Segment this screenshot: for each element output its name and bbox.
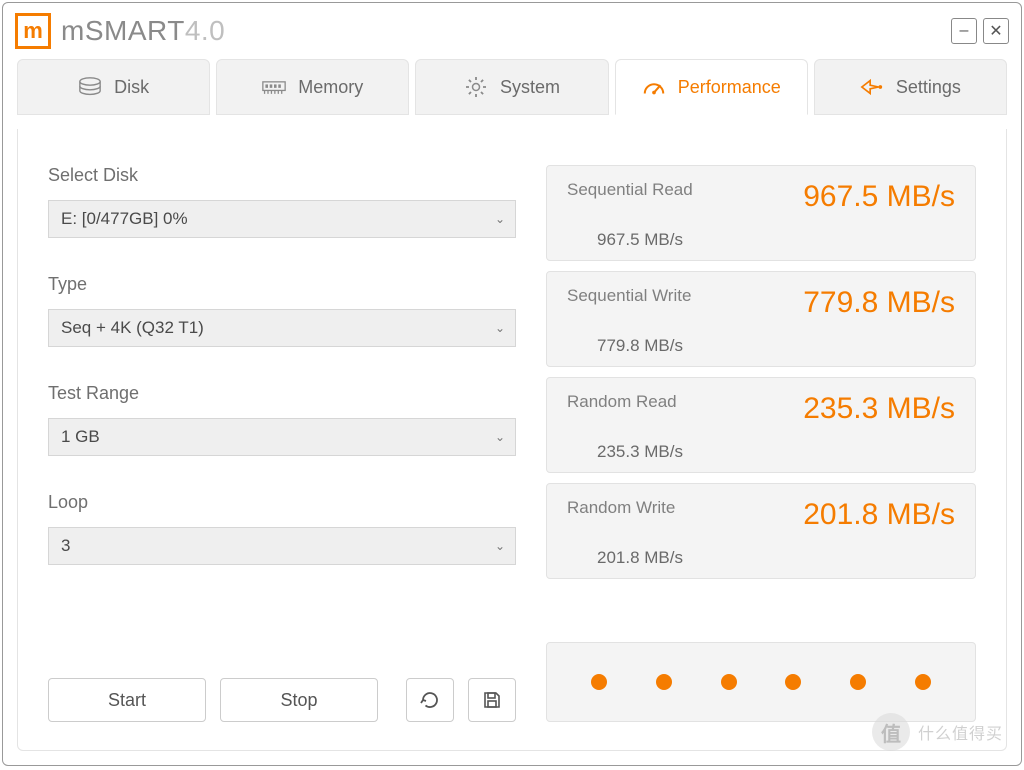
app-version-text: 4.0	[185, 15, 225, 46]
disk-icon	[78, 75, 102, 99]
select-disk-value: E: [0/477GB] 0%	[61, 209, 188, 229]
result-random-write: Random Write 201.8 MB/s 201.8 MB/s	[546, 483, 976, 579]
dot-icon	[785, 674, 801, 690]
performance-panel: Select Disk E: [0/477GB] 0% ⌄ Type Seq +…	[17, 129, 1007, 751]
refresh-icon	[420, 690, 440, 710]
result-sequential-write: Sequential Write 779.8 MB/s 779.8 MB/s	[546, 271, 976, 367]
app-logo: m	[15, 13, 51, 49]
chevron-down-icon: ⌄	[495, 212, 505, 226]
tab-bar: Disk Memory System Performance Settings	[3, 59, 1021, 115]
result-value: 235.3 MB/s	[803, 392, 955, 426]
test-range-label: Test Range	[48, 383, 516, 404]
watermark: 值 什么值得买	[872, 713, 1003, 751]
stop-button[interactable]: Stop	[220, 678, 378, 722]
titlebar: m mSMART4.0 – ✕	[3, 3, 1021, 59]
results-column: Sequential Read 967.5 MB/s 967.5 MB/s Se…	[546, 165, 976, 722]
window-controls: – ✕	[951, 18, 1009, 44]
tab-settings-label: Settings	[896, 77, 961, 98]
result-label: Sequential Write	[567, 286, 691, 306]
result-sub: 967.5 MB/s	[567, 230, 955, 250]
tab-memory[interactable]: Memory	[216, 59, 409, 115]
progress-dots	[546, 642, 976, 722]
close-button[interactable]: ✕	[983, 18, 1009, 44]
memory-icon	[262, 75, 286, 99]
watermark-text: 什么值得买	[918, 720, 1003, 744]
chevron-down-icon: ⌄	[495, 430, 505, 444]
type-label: Type	[48, 274, 516, 295]
settings-icon	[860, 75, 884, 99]
tab-performance[interactable]: Performance	[615, 59, 808, 115]
result-label: Random Read	[567, 392, 677, 412]
result-sequential-read: Sequential Read 967.5 MB/s 967.5 MB/s	[546, 165, 976, 261]
result-value: 201.8 MB/s	[803, 498, 955, 532]
tab-settings[interactable]: Settings	[814, 59, 1007, 115]
dot-icon	[656, 674, 672, 690]
tab-memory-label: Memory	[298, 77, 363, 98]
loop-label: Loop	[48, 492, 516, 513]
app-window: m mSMART4.0 – ✕ Disk Memory System	[2, 2, 1022, 766]
minimize-button[interactable]: –	[951, 18, 977, 44]
tab-disk[interactable]: Disk	[17, 59, 210, 115]
tab-disk-label: Disk	[114, 77, 149, 98]
save-icon	[483, 691, 501, 709]
result-random-read: Random Read 235.3 MB/s 235.3 MB/s	[546, 377, 976, 473]
tab-system-label: System	[500, 77, 560, 98]
watermark-logo-icon: 值	[872, 713, 910, 751]
result-label: Sequential Read	[567, 180, 693, 200]
result-sub: 779.8 MB/s	[567, 336, 955, 356]
start-button[interactable]: Start	[48, 678, 206, 722]
loop-value: 3	[61, 536, 70, 556]
select-disk-label: Select Disk	[48, 165, 516, 186]
tab-performance-label: Performance	[678, 77, 781, 98]
gear-icon	[464, 75, 488, 99]
test-range-value: 1 GB	[61, 427, 100, 447]
result-label: Random Write	[567, 498, 675, 518]
result-sub: 235.3 MB/s	[567, 442, 955, 462]
save-button[interactable]	[468, 678, 516, 722]
dot-icon	[721, 674, 737, 690]
gauge-icon	[642, 75, 666, 99]
result-sub: 201.8 MB/s	[567, 548, 955, 568]
dot-icon	[850, 674, 866, 690]
result-value: 967.5 MB/s	[803, 180, 955, 214]
select-disk-dropdown[interactable]: E: [0/477GB] 0% ⌄	[48, 200, 516, 238]
result-value: 779.8 MB/s	[803, 286, 955, 320]
refresh-button[interactable]	[406, 678, 454, 722]
config-column: Select Disk E: [0/477GB] 0% ⌄ Type Seq +…	[48, 165, 516, 722]
chevron-down-icon: ⌄	[495, 539, 505, 553]
tab-system[interactable]: System	[415, 59, 608, 115]
chevron-down-icon: ⌄	[495, 321, 505, 335]
type-value: Seq + 4K (Q32 T1)	[61, 318, 204, 338]
dot-icon	[591, 674, 607, 690]
app-title: mSMART4.0	[61, 15, 225, 47]
app-name-text: mSMART	[61, 15, 185, 46]
loop-dropdown[interactable]: 3 ⌄	[48, 527, 516, 565]
type-dropdown[interactable]: Seq + 4K (Q32 T1) ⌄	[48, 309, 516, 347]
test-range-dropdown[interactable]: 1 GB ⌄	[48, 418, 516, 456]
dot-icon	[915, 674, 931, 690]
button-row: Start Stop	[48, 678, 516, 722]
